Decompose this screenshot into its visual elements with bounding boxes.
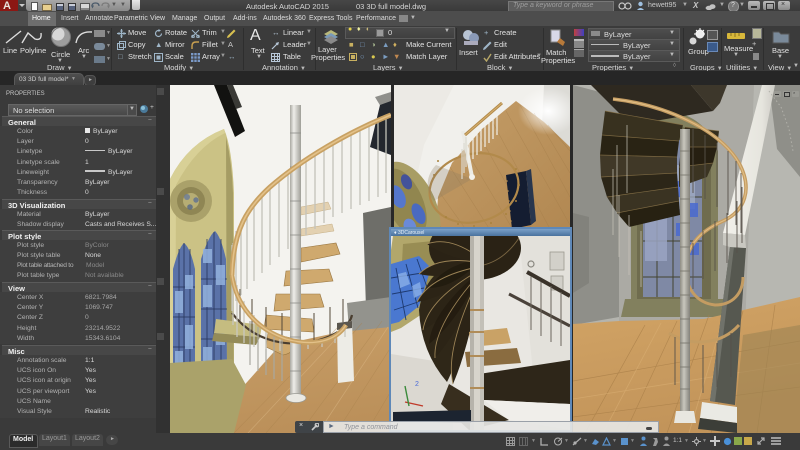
svg-text:2: 2 bbox=[415, 381, 419, 388]
